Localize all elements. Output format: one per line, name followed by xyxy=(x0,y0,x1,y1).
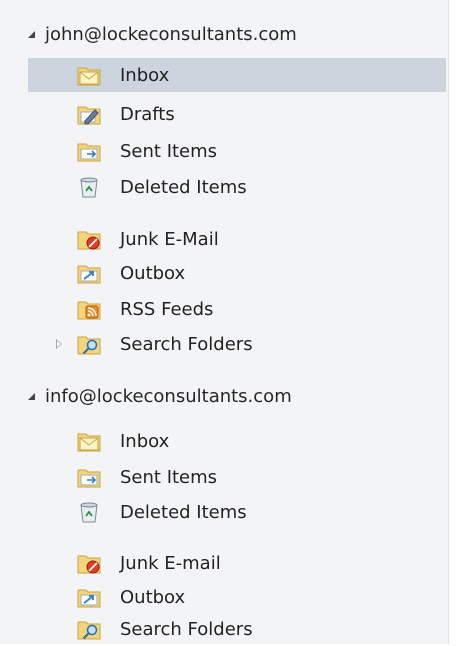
folder-outbox[interactable]: Outbox xyxy=(28,256,446,290)
folder-label: Search Folders xyxy=(120,618,253,640)
outbox-folder-icon xyxy=(77,262,101,284)
account-name: info@lockeconsultants.com xyxy=(45,385,292,407)
drafts-folder-icon xyxy=(77,103,101,125)
folder-label: Outbox xyxy=(120,586,186,608)
folder-label: Sent Items xyxy=(120,466,218,488)
folder-label: Sent Items xyxy=(120,140,218,162)
folder-drafts[interactable]: Drafts xyxy=(28,97,446,131)
folder-sent-items[interactable]: Sent Items xyxy=(28,134,446,168)
folder-junk-email[interactable]: Junk E-mail xyxy=(28,546,446,580)
sent-items-folder-icon xyxy=(77,466,101,488)
folder-label: RSS Feeds xyxy=(120,298,214,320)
account-header-info[interactable]: info@lockeconsultants.com xyxy=(28,382,292,410)
sent-items-folder-icon xyxy=(77,140,101,162)
search-folder-icon xyxy=(77,618,101,640)
account-name: john@lockeconsultants.com xyxy=(45,23,297,45)
junk-mail-folder-icon xyxy=(77,552,101,574)
folder-label: Deleted Items xyxy=(120,176,247,198)
outbox-folder-icon xyxy=(77,586,101,608)
account-header-john[interactable]: john@lockeconsultants.com xyxy=(28,20,297,48)
folder-inbox[interactable]: Inbox xyxy=(28,58,446,92)
inbox-folder-icon xyxy=(77,64,101,86)
folder-label: Outbox xyxy=(120,262,186,284)
expand-triangle-icon[interactable] xyxy=(56,339,62,349)
folder-search-folders[interactable]: Search Folders xyxy=(28,612,446,646)
folder-sent-items[interactable]: Sent Items xyxy=(28,460,446,494)
folder-label: Junk E-Mail xyxy=(120,228,219,250)
folder-search-folders[interactable]: Search Folders xyxy=(28,327,446,361)
recycle-bin-icon xyxy=(77,176,101,198)
folder-junk-email[interactable]: Junk E-Mail xyxy=(28,222,446,256)
folder-label: Junk E-mail xyxy=(120,552,221,574)
folder-rss-feeds[interactable]: RSS Feeds xyxy=(28,292,446,326)
folder-deleted-items[interactable]: Deleted Items xyxy=(28,170,446,204)
search-folder-icon xyxy=(77,333,101,355)
folder-label: Inbox xyxy=(120,430,170,452)
folder-label: Search Folders xyxy=(120,333,253,355)
navigation-pane: john@lockeconsultants.com Inbox Drafts S… xyxy=(0,0,449,644)
folder-deleted-items[interactable]: Deleted Items xyxy=(28,495,446,529)
folder-label: Drafts xyxy=(120,103,175,125)
rss-feeds-folder-icon xyxy=(77,298,101,320)
folder-label: Inbox xyxy=(120,64,170,86)
folder-label: Deleted Items xyxy=(120,501,247,523)
inbox-folder-icon xyxy=(77,430,101,452)
collapse-triangle-icon[interactable] xyxy=(28,30,35,38)
recycle-bin-icon xyxy=(77,501,101,523)
folder-outbox[interactable]: Outbox xyxy=(28,580,446,614)
collapse-triangle-icon[interactable] xyxy=(28,392,35,400)
junk-mail-folder-icon xyxy=(77,228,101,250)
folder-inbox[interactable]: Inbox xyxy=(28,424,446,458)
